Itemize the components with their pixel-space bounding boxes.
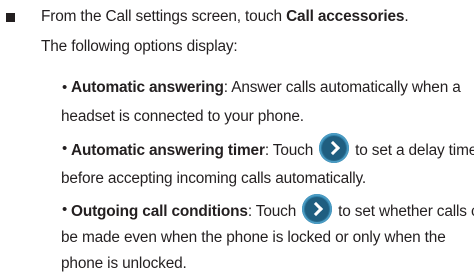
intro-period: . [404,8,409,25]
bullet-dot-icon: • [62,201,68,218]
option-touch-text: : Touch [247,203,297,221]
instruction-step: From the Call settings screen, touch Cal… [0,0,474,275]
option-description: to set a delay time [355,142,474,160]
option-title: Automatic answering timer [71,142,265,160]
option-description: to set whether calls can [338,203,474,221]
option-line: Automatic answering: Answer calls automa… [71,78,461,98]
option-line: Automatic answering timer: Touch to set a… [71,133,474,163]
option-line-continued: phone is unlocked. [61,255,187,272]
option-line: Outgoing call conditions: Touch to set wh… [71,194,474,224]
intro-text: From the Call settings screen, touch [41,8,287,25]
option-line-continued: headset is connected to your phone. [61,108,304,125]
call-accessories-label: Call accessories [286,8,405,25]
options-intro-line: The following options display: [41,38,238,55]
option-line-continued: before accepting incoming calls automati… [61,170,367,187]
square-bullet-icon [6,13,15,22]
chevron-right-circle-icon [302,194,333,224]
step-intro-line: From the Call settings screen, touch Cal… [41,7,409,27]
option-title: Outgoing call conditions [71,203,248,221]
chevron-right-circle-icon [319,133,350,163]
option-line-continued: be made even when the phone is locked or… [61,229,446,246]
option-title: Automatic answering [71,79,224,96]
bullet-dot-icon: • [62,140,68,157]
bullet-dot-icon: • [62,79,68,96]
option-description: : Answer calls automatically when a [223,79,461,96]
option-touch-text: : Touch [264,142,314,160]
